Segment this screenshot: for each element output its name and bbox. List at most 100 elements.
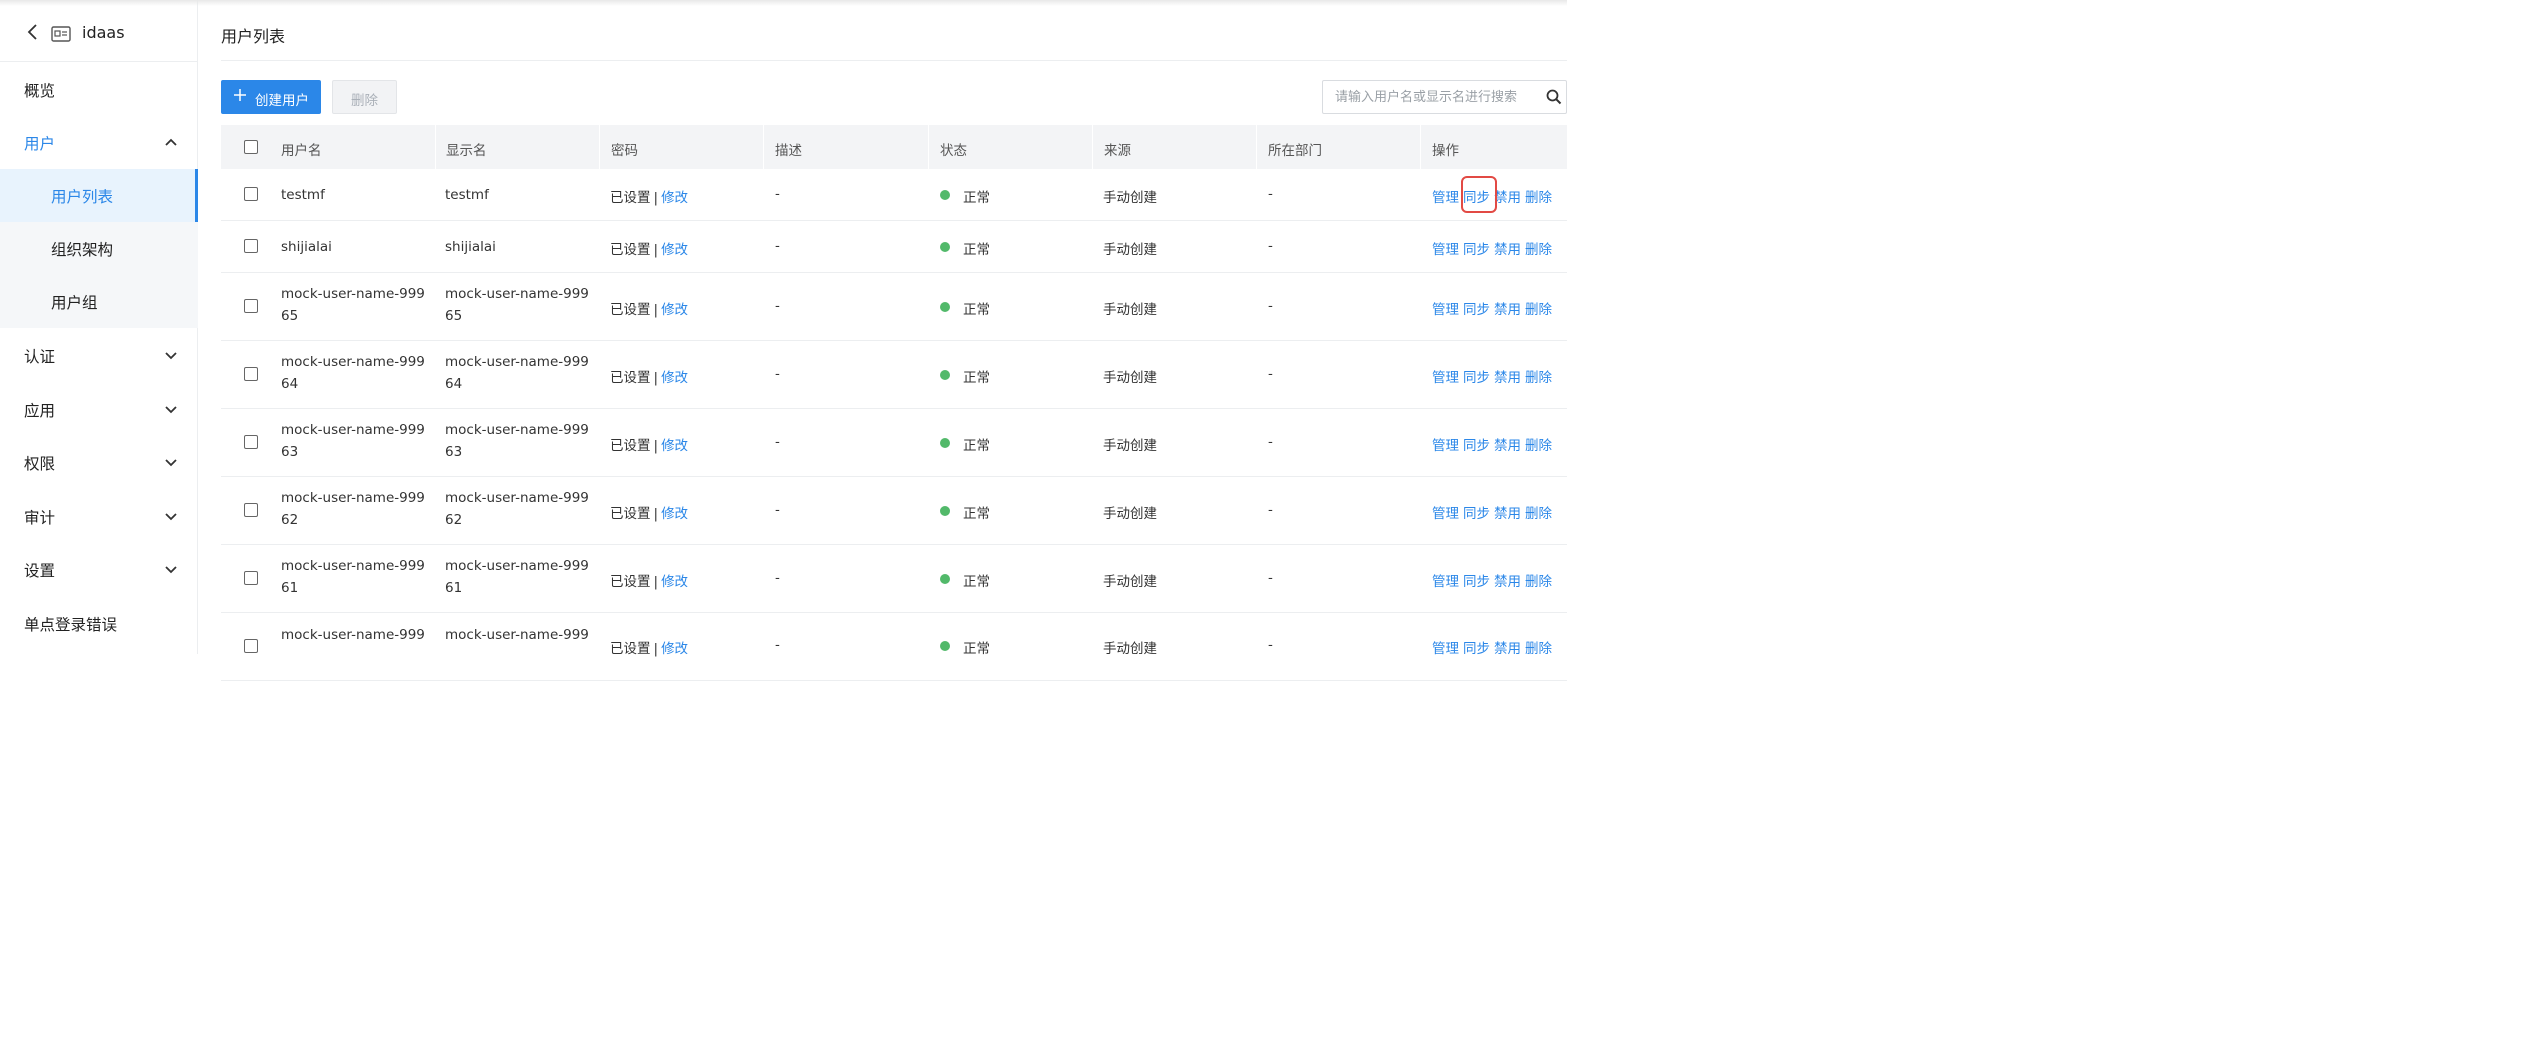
manage-link[interactable]: 管理 [1432,641,1459,657]
disable-link[interactable]: 禁用 [1494,242,1521,258]
delete-link[interactable]: 删除 [1525,506,1552,522]
row-checkbox[interactable] [244,367,258,381]
sidebar-item-org-structure[interactable]: 组织架构 [0,222,198,275]
sidebar-item-auth[interactable]: 认证 [0,328,198,382]
table-row: mock-user-name-999 62 mock-user-name-999 62… [221,477,1567,545]
display-name-cell-line: 62 [445,512,463,528]
status-text: 正常 [963,438,990,454]
separator: | [653,190,659,206]
edit-password-link[interactable]: 修改 [661,438,688,454]
delete-link[interactable]: 删除 [1525,242,1552,258]
display-name-cell-line: mock-user-name-999 [445,627,589,643]
source-cell: 手动创建 [1103,190,1157,206]
username-cell-line: mock-user-name-999 [281,422,425,438]
row-actions: 管理 同步 禁用 删除 [1432,298,1556,318]
row-checkbox[interactable] [244,187,258,201]
manage-link[interactable]: 管理 [1432,370,1459,386]
sync-link[interactable]: 同步 [1463,242,1490,258]
manage-link[interactable]: 管理 [1432,438,1459,454]
row-checkbox[interactable] [244,571,258,585]
edit-password-link[interactable]: 修改 [661,574,688,590]
row-checkbox[interactable] [244,239,258,253]
search-input[interactable] [1335,87,1540,107]
edit-password-link[interactable]: 修改 [661,506,688,522]
edit-password-link[interactable]: 修改 [661,302,688,318]
row-checkbox[interactable] [244,503,258,517]
sync-highlight-box [1461,176,1497,213]
delete-link[interactable]: 删除 [1525,641,1552,657]
password-status: 已设置 [610,506,651,522]
display-name-cell: mock-user-name-999 [445,624,589,646]
status-dot [940,302,950,312]
manage-link[interactable]: 管理 [1432,190,1459,206]
sidebar-item-label: 审计 [24,509,56,527]
separator: | [653,370,659,386]
search-box [1322,80,1567,114]
delete-link[interactable]: 删除 [1525,302,1552,318]
username-cell-line: mock-user-name-999 [281,354,425,370]
edit-password-link[interactable]: 修改 [661,242,688,258]
disable-link[interactable]: 禁用 [1494,370,1521,386]
column-header-username: 用户名 [281,143,322,159]
bulk-delete-button[interactable]: 删除 [332,80,397,114]
divider [221,60,1567,61]
department-cell: - [1268,238,1273,254]
sync-link[interactable]: 同步 [1463,438,1490,454]
disable-link[interactable]: 禁用 [1494,641,1521,657]
sidebar-item-user-groups[interactable]: 用户组 [0,275,198,328]
disable-link[interactable]: 禁用 [1494,302,1521,318]
sync-link[interactable]: 同步 [1463,506,1490,522]
row-checkbox[interactable] [244,299,258,313]
display-name-cell: mock-user-name-999 61 [445,555,589,599]
row-checkbox[interactable] [244,639,258,653]
sidebar-item-apps[interactable]: 应用 [0,382,198,436]
app-header: idaas [0,0,198,62]
delete-link[interactable]: 删除 [1525,438,1552,454]
status-text: 正常 [963,302,990,318]
column-separator [599,125,600,169]
delete-link[interactable]: 删除 [1525,574,1552,590]
row-actions: 管理 同步 禁用 删除 [1432,637,1556,657]
sidebar-item-overview[interactable]: 概览 [0,62,198,116]
delete-link[interactable]: 删除 [1525,370,1552,386]
username-cell-line: mock-user-name-999 [281,286,425,302]
department-cell: - [1268,298,1273,314]
sync-link[interactable]: 同步 [1463,641,1490,657]
row-actions: 管理 同步 禁用 删除 [1432,434,1556,454]
edit-password-link[interactable]: 修改 [661,641,688,657]
manage-link[interactable]: 管理 [1432,506,1459,522]
sidebar-item-label: 用户 [24,135,56,153]
disable-link[interactable]: 禁用 [1494,574,1521,590]
edit-password-link[interactable]: 修改 [661,370,688,386]
search-icon[interactable] [1546,89,1562,105]
sync-link[interactable]: 同步 [1463,370,1490,386]
sidebar-item-users[interactable]: 用户 [0,115,198,169]
manage-link[interactable]: 管理 [1432,242,1459,258]
description-cell: - [775,570,780,586]
chevron-left-icon[interactable] [24,22,40,42]
disable-link[interactable]: 禁用 [1494,190,1521,206]
manage-link[interactable]: 管理 [1432,574,1459,590]
row-actions: 管理 同步 禁用 删除 [1432,366,1556,386]
disable-link[interactable]: 禁用 [1494,438,1521,454]
delete-link[interactable]: 删除 [1525,190,1552,206]
page-title: 用户列表 [221,27,286,46]
sync-link[interactable]: 同步 [1463,302,1490,318]
username-cell-line: 61 [281,580,299,596]
disable-link[interactable]: 禁用 [1494,506,1521,522]
username-cell: testmf [281,184,325,206]
create-user-label: 创建用户 [255,93,309,109]
edit-password-link[interactable]: 修改 [661,190,688,206]
sidebar-item-permissions[interactable]: 权限 [0,435,198,489]
sidebar-item-user-list[interactable]: 用户列表 [0,169,198,222]
sidebar-item-settings[interactable]: 设置 [0,542,198,596]
sidebar-item-audit[interactable]: 审计 [0,489,198,543]
sidebar-item-label: 单点登录错误 [24,616,118,634]
sync-link[interactable]: 同步 [1463,574,1490,590]
separator: | [653,302,659,318]
manage-link[interactable]: 管理 [1432,302,1459,318]
select-all-checkbox[interactable] [244,140,258,154]
create-user-button[interactable]: 创建用户 [221,80,321,114]
row-checkbox[interactable] [244,435,258,449]
sidebar-item-sso-errors[interactable]: 单点登录错误 [0,596,198,650]
